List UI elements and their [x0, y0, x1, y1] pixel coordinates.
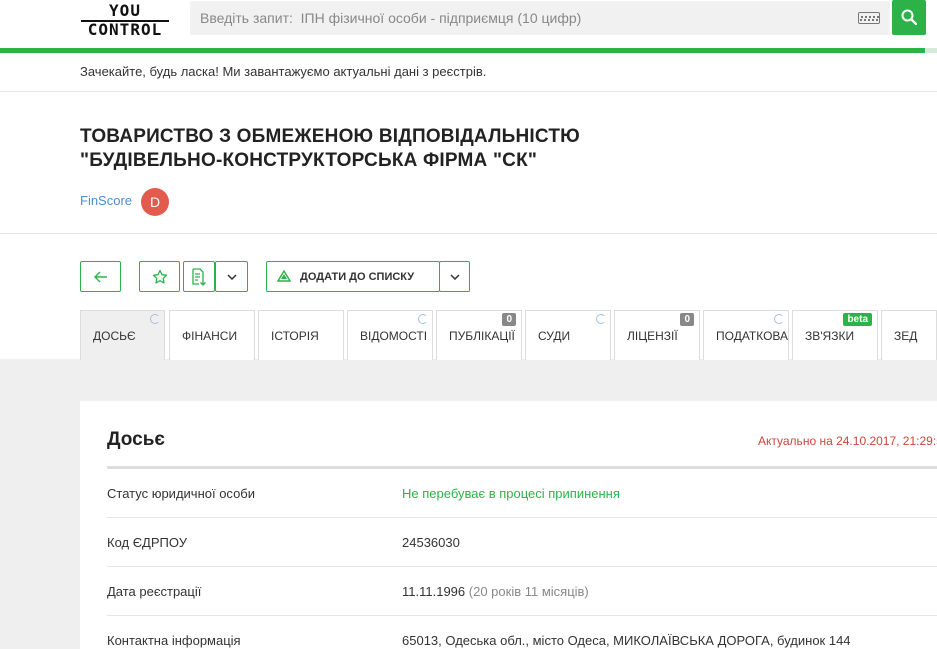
tab-foreign-trade[interactable]: ЗЕД — [881, 310, 937, 360]
dossier-row: Контактна інформація 65013, Одеська обл.… — [107, 616, 937, 649]
document-export-icon — [192, 268, 206, 286]
tab-finances[interactable]: ФІНАНСИ — [169, 310, 255, 360]
row-key: Код ЄДРПОУ — [107, 535, 187, 550]
row-key: Дата реєстрації — [107, 584, 202, 599]
tab-label: ЗЕД — [894, 329, 918, 343]
add-to-list-label: ДОДАТИ ДО СПИСКУ — [300, 271, 415, 283]
keyboard-icon[interactable] — [858, 12, 880, 24]
tab-label: ПУБЛІКАЦІЇ — [449, 329, 515, 343]
tab-label: ВІДОМОСТІ — [360, 329, 428, 343]
tab-records[interactable]: ВІДОМОСТІ — [347, 310, 433, 360]
count-badge: 0 — [680, 313, 694, 326]
sync-icon — [418, 314, 428, 324]
search-input[interactable] — [190, 1, 850, 35]
finscore-grade-badge[interactable]: D — [141, 188, 169, 216]
sync-icon — [774, 314, 784, 324]
search-button[interactable] — [892, 0, 926, 35]
loading-progress-fill — [0, 48, 925, 53]
logo-top-text: YOU — [109, 1, 141, 20]
actual-timestamp: Актуально на 24.10.2017, 21:29:5 — [758, 434, 937, 448]
arrow-left-icon — [94, 271, 107, 283]
back-button[interactable] — [80, 261, 121, 292]
row-key: Статус юридичної особи — [107, 486, 256, 501]
dossier-row: Статус юридичної особи Не перебуває в пр… — [107, 469, 937, 518]
logo-bottom-text: CONTROL — [87, 20, 163, 39]
tab-history[interactable]: ІСТОРІЯ — [258, 310, 344, 360]
tab-label: СУДИ — [538, 329, 571, 343]
export-dropdown-button[interactable] — [215, 261, 248, 292]
search-bar — [190, 1, 890, 35]
row-value: 11.11.1996 — [402, 584, 466, 599]
chevron-down-icon — [450, 274, 460, 280]
company-title-line1: ТОВАРИСТВО З ОБМЕЖЕНОЮ ВІДПОВІДАЛЬНІСТЮ — [80, 126, 580, 147]
header: YOU CONTROL — [0, 0, 937, 48]
sync-icon — [150, 314, 160, 324]
logo[interactable]: YOU CONTROL — [80, 3, 170, 39]
dossier-title: Досьє — [107, 429, 165, 450]
row-value: 24536030 — [402, 535, 460, 550]
export-button[interactable] — [183, 261, 215, 292]
company-title-line2: "БУДІВЕЛЬНО-КОНСТРУКТОРСЬКА ФІРМА "СК" — [80, 150, 538, 171]
divider — [0, 91, 937, 92]
tab-licenses[interactable]: ЛІЦЕНЗІЇ 0 — [614, 310, 700, 360]
tab-label: ІСТОРІЯ — [271, 329, 319, 343]
sync-icon — [596, 314, 606, 324]
tab-dossier[interactable]: ДОСЬЄ — [80, 310, 165, 360]
company-title: ТОВАРИСТВО З ОБМЕЖЕНОЮ ВІДПОВІДАЛЬНІСТЮ … — [80, 125, 640, 173]
dossier-row: Дата реєстрації 11.11.1996 (20 років 11 … — [107, 567, 937, 616]
list-triangle-icon — [277, 270, 291, 282]
dossier-card: Досьє Актуально на 24.10.2017, 21:29:5 С… — [80, 401, 937, 649]
loading-message: Зачекайте, будь ласка! Ми завантажуємо а… — [80, 64, 487, 79]
favorite-button[interactable] — [139, 261, 180, 292]
star-icon — [152, 269, 168, 284]
row-value-group: 11.11.1996 (20 років 11 місяців) — [402, 584, 589, 599]
row-key: Контактна інформація — [107, 633, 241, 648]
tab-label: ПОДАТКОВА — [716, 329, 789, 343]
tab-publications[interactable]: ПУБЛІКАЦІЇ 0 — [436, 310, 522, 360]
loading-progress-bar — [0, 48, 937, 53]
row-value: Не перебуває в процесі припинення — [402, 486, 620, 501]
tab-label: ФІНАНСИ — [182, 329, 238, 343]
chevron-down-icon — [227, 274, 237, 280]
tab-label: ЛІЦЕНЗІЇ — [627, 329, 678, 343]
row-value: 65013, Одеська обл., місто Одеса, МИКОЛА… — [402, 633, 851, 648]
tab-courts[interactable]: СУДИ — [525, 310, 611, 360]
tab-tax[interactable]: ПОДАТКОВА — [703, 310, 789, 360]
tab-label: ЗВ'ЯЗКИ — [805, 329, 855, 343]
search-icon — [901, 9, 917, 25]
beta-badge: beta — [843, 313, 872, 326]
tab-connections[interactable]: ЗВ'ЯЗКИ beta — [792, 310, 878, 360]
tab-label: ДОСЬЄ — [93, 329, 136, 343]
divider — [0, 233, 937, 234]
finscore-link[interactable]: FinScore — [80, 193, 132, 208]
add-to-list-dropdown-button[interactable] — [439, 261, 470, 292]
row-value-muted: (20 років 11 місяців) — [468, 584, 589, 599]
add-to-list-button[interactable]: ДОДАТИ ДО СПИСКУ — [266, 261, 440, 292]
count-badge: 0 — [502, 313, 516, 326]
dossier-row: Код ЄДРПОУ 24536030 — [107, 518, 937, 567]
